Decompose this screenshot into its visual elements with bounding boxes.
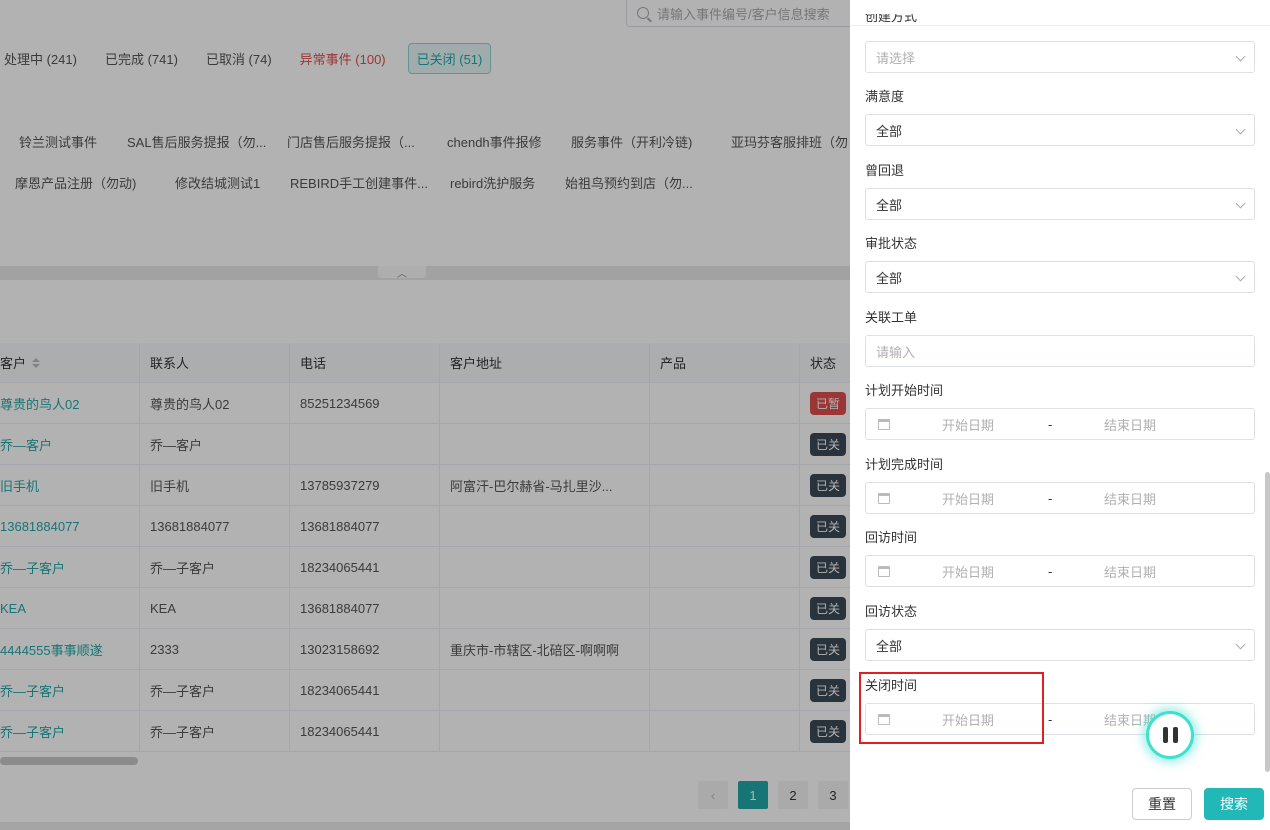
- creation-method-select[interactable]: 请选择: [865, 41, 1255, 73]
- reset-button[interactable]: 重置: [1132, 788, 1192, 820]
- chevron-down-icon: [1235, 51, 1246, 62]
- visit-status-select[interactable]: 全部: [865, 629, 1255, 661]
- rollback-field: 曾回退 全部: [865, 162, 1255, 220]
- calendar-icon: [878, 566, 890, 577]
- select-value: 请选择: [876, 50, 916, 66]
- pause-button[interactable]: [1146, 711, 1194, 759]
- linked-ticket-field: 关联工单 请输入: [865, 309, 1255, 367]
- chevron-down-icon: [1235, 198, 1246, 209]
- linked-ticket-input[interactable]: 请输入: [865, 335, 1255, 367]
- end-date-input[interactable]: 结束日期: [1104, 415, 1156, 434]
- range-separator: -: [1048, 563, 1053, 579]
- select-value: 全部: [876, 123, 903, 139]
- visit-status-field: 回访状态 全部: [865, 603, 1255, 661]
- field-label: 关联工单: [865, 310, 918, 325]
- chevron-down-icon: [1235, 124, 1246, 135]
- plan-start-date-range[interactable]: 开始日期 - 结束日期: [865, 408, 1255, 440]
- field-label: 回访状态: [865, 604, 918, 619]
- calendar-icon: [878, 419, 890, 430]
- drawer-footer: 重置 搜索: [850, 775, 1270, 830]
- plan-complete-date-range[interactable]: 开始日期 - 结束日期: [865, 482, 1255, 514]
- field-label: 关闭时间: [865, 678, 918, 693]
- creation-method-field: 请选择: [865, 41, 1255, 73]
- range-separator: -: [1048, 490, 1053, 506]
- end-date-input[interactable]: 结束日期: [1104, 489, 1156, 508]
- start-date-input[interactable]: 开始日期: [942, 415, 994, 434]
- satisfaction-field: 满意度 全部: [865, 88, 1255, 146]
- select-value: 全部: [876, 270, 903, 286]
- start-date-input[interactable]: 开始日期: [942, 489, 994, 508]
- pause-icon: [1162, 727, 1168, 743]
- field-label: 回访时间: [865, 530, 918, 545]
- chevron-down-icon: [1235, 271, 1246, 282]
- filter-drawer: 创建方式 请选择 满意度 全部 曾回退 全部 审批状态 全部 关联工单 请输入 …: [850, 0, 1270, 830]
- field-label: 计划开始时间: [865, 383, 944, 398]
- plan-complete-time-field: 计划完成时间 开始日期 - 结束日期: [865, 456, 1255, 514]
- calendar-icon: [878, 714, 890, 725]
- satisfaction-select[interactable]: 全部: [865, 114, 1255, 146]
- search-button[interactable]: 搜索: [1204, 788, 1264, 820]
- plan-start-time-field: 计划开始时间 开始日期 - 结束日期: [865, 382, 1255, 440]
- chevron-down-icon: [1235, 639, 1246, 650]
- drawer-body: 创建方式 请选择 满意度 全部 曾回退 全部 审批状态 全部 关联工单 请输入 …: [850, 0, 1270, 775]
- field-label-cut: 创建方式: [865, 14, 918, 24]
- approval-status-field: 审批状态 全部: [865, 235, 1255, 293]
- start-date-input[interactable]: 开始日期: [942, 562, 994, 581]
- visit-date-range[interactable]: 开始日期 - 结束日期: [865, 555, 1255, 587]
- field-label: 审批状态: [865, 236, 918, 251]
- select-value: 全部: [876, 197, 903, 213]
- range-separator: -: [1048, 416, 1053, 432]
- start-date-input[interactable]: 开始日期: [942, 710, 994, 729]
- pause-icon: [1172, 727, 1178, 743]
- rollback-select[interactable]: 全部: [865, 188, 1255, 220]
- visit-time-field: 回访时间 开始日期 - 结束日期: [865, 529, 1255, 587]
- range-separator: -: [1048, 711, 1053, 727]
- calendar-icon: [878, 493, 890, 504]
- close-date-range[interactable]: 开始日期 - 结束日期: [865, 703, 1255, 735]
- field-label: 曾回退: [865, 163, 905, 178]
- approval-status-select[interactable]: 全部: [865, 261, 1255, 293]
- end-date-input[interactable]: 结束日期: [1104, 562, 1156, 581]
- input-placeholder: 请输入: [876, 344, 916, 360]
- field-label: 计划完成时间: [865, 457, 944, 472]
- drawer-divider: [850, 25, 1270, 26]
- field-label: 满意度: [865, 89, 905, 104]
- close-time-field: 关闭时间 开始日期 - 结束日期: [865, 677, 1255, 735]
- select-value: 全部: [876, 638, 903, 654]
- vertical-scrollbar[interactable]: [1265, 472, 1270, 772]
